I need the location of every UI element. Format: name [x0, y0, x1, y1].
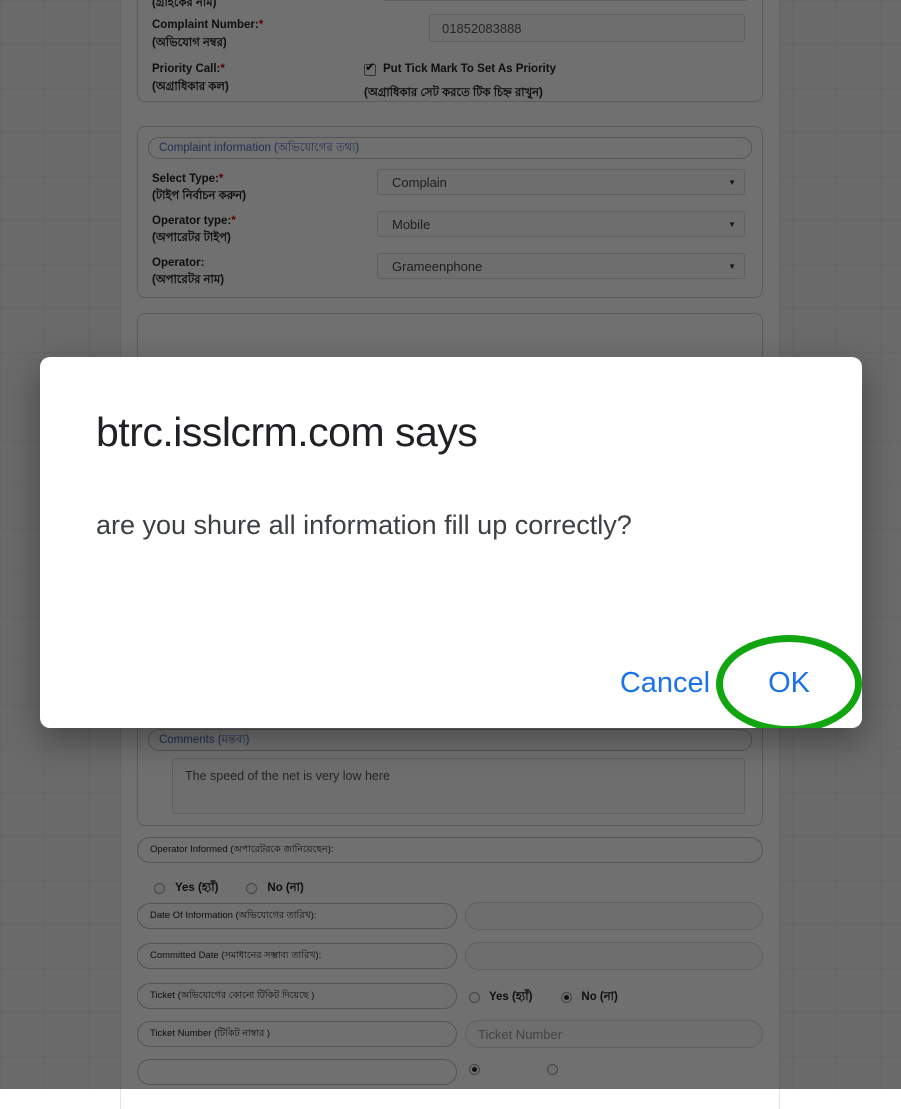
ok-button-wrapper: OK [758, 661, 820, 706]
dialog-message: are you shure all information fill up co… [96, 510, 822, 541]
cancel-button[interactable]: Cancel [610, 661, 720, 706]
dialog-actions: Cancel OK [610, 661, 820, 706]
javascript-confirm-dialog: btrc.isslcrm.com says are you shure all … [40, 357, 862, 728]
ok-button[interactable]: OK [758, 661, 820, 706]
dialog-title: btrc.isslcrm.com says [96, 409, 477, 456]
